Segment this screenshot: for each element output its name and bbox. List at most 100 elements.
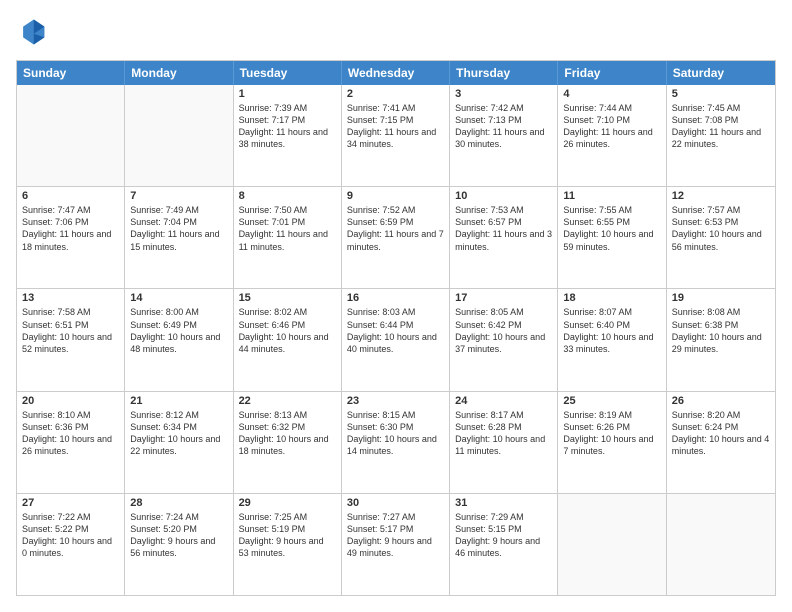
logo	[16, 16, 52, 48]
cell-date: 12	[672, 190, 770, 202]
cell-date: 27	[22, 497, 119, 509]
calendar-cell: 21 Sunrise: 8:12 AM Sunset: 6:34 PM Dayli…	[125, 392, 233, 493]
cell-info: Sunrise: 7:53 AM Sunset: 6:57 PM Dayligh…	[455, 204, 552, 253]
cell-info: Sunrise: 8:03 AM Sunset: 6:44 PM Dayligh…	[347, 306, 444, 355]
calendar-cell: 23Sunrise: 8:15 AM Sunset: 6:30 PM Dayli…	[342, 392, 450, 493]
day-header: Friday	[558, 61, 666, 85]
cell-date: 25	[563, 395, 660, 407]
calendar-cell: 11 Sunrise: 7:55 AM Sunset: 6:55 PM Dayli…	[558, 187, 666, 288]
cell-date: 5	[672, 88, 770, 100]
cell-info: Sunrise: 7:44 AM Sunset: 7:10 PM Dayligh…	[563, 102, 660, 151]
cell-date: 21	[130, 395, 227, 407]
calendar-cell: 19Sunrise: 8:08 AM Sunset: 6:38 PM Dayli…	[667, 289, 775, 390]
day-header: Wednesday	[342, 61, 450, 85]
cell-date: 11	[563, 190, 660, 202]
cell-date: 18	[563, 292, 660, 304]
calendar-cell: 20 Sunrise: 8:10 AM Sunset: 6:36 PM Dayli…	[17, 392, 125, 493]
calendar-cell: 7 Sunrise: 7:49 AM Sunset: 7:04 PM Daylig…	[125, 187, 233, 288]
cell-info: Sunrise: 8:19 AM Sunset: 6:26 PM Dayligh…	[563, 409, 660, 458]
cell-date: 20	[22, 395, 119, 407]
cell-info: Sunrise: 7:45 AM Sunset: 7:08 PM Dayligh…	[672, 102, 770, 151]
header	[16, 16, 776, 48]
calendar-cell: 18 Sunrise: 8:07 AM Sunset: 6:40 PM Dayli…	[558, 289, 666, 390]
cell-info: Sunrise: 8:07 AM Sunset: 6:40 PM Dayligh…	[563, 306, 660, 355]
week-row: 6Sunrise: 7:47 AM Sunset: 7:06 PM Daylig…	[17, 187, 775, 289]
cell-info: Sunrise: 7:47 AM Sunset: 7:06 PM Dayligh…	[22, 204, 119, 253]
cell-date: 28	[130, 497, 227, 509]
cell-date: 7	[130, 190, 227, 202]
calendar-cell: 4 Sunrise: 7:44 AM Sunset: 7:10 PM Daylig…	[558, 85, 666, 186]
weeks: 1 Sunrise: 7:39 AM Sunset: 7:17 PM Daylig…	[17, 85, 775, 595]
cell-date: 4	[563, 88, 660, 100]
calendar-cell: 3Sunrise: 7:42 AM Sunset: 7:13 PM Daylig…	[450, 85, 558, 186]
calendar-cell: 5 Sunrise: 7:45 AM Sunset: 7:08 PM Daylig…	[667, 85, 775, 186]
cell-info: Sunrise: 7:27 AM Sunset: 5:17 PM Dayligh…	[347, 511, 444, 560]
cell-date: 13	[22, 292, 119, 304]
cell-info: Sunrise: 8:12 AM Sunset: 6:34 PM Dayligh…	[130, 409, 227, 458]
day-header: Thursday	[450, 61, 558, 85]
logo-icon	[16, 16, 48, 48]
cell-date: 29	[239, 497, 336, 509]
cell-info: Sunrise: 8:00 AM Sunset: 6:49 PM Dayligh…	[130, 306, 227, 355]
calendar-cell: 26Sunrise: 8:20 AM Sunset: 6:24 PM Dayli…	[667, 392, 775, 493]
cell-info: Sunrise: 7:39 AM Sunset: 7:17 PM Dayligh…	[239, 102, 336, 151]
cell-info: Sunrise: 8:08 AM Sunset: 6:38 PM Dayligh…	[672, 306, 770, 355]
cell-date: 23	[347, 395, 444, 407]
cell-date: 16	[347, 292, 444, 304]
week-row: 13 Sunrise: 7:58 AM Sunset: 6:51 PM Dayli…	[17, 289, 775, 391]
day-header: Tuesday	[234, 61, 342, 85]
calendar-cell: 8Sunrise: 7:50 AM Sunset: 7:01 PM Daylig…	[234, 187, 342, 288]
cell-info: Sunrise: 8:10 AM Sunset: 6:36 PM Dayligh…	[22, 409, 119, 458]
calendar-cell: 1 Sunrise: 7:39 AM Sunset: 7:17 PM Daylig…	[234, 85, 342, 186]
calendar-cell: 24Sunrise: 8:17 AM Sunset: 6:28 PM Dayli…	[450, 392, 558, 493]
calendar-cell: 30 Sunrise: 7:27 AM Sunset: 5:17 PM Dayli…	[342, 494, 450, 595]
cell-info: Sunrise: 8:13 AM Sunset: 6:32 PM Dayligh…	[239, 409, 336, 458]
cell-info: Sunrise: 7:22 AM Sunset: 5:22 PM Dayligh…	[22, 511, 119, 560]
cell-date: 30	[347, 497, 444, 509]
cell-info: Sunrise: 7:57 AM Sunset: 6:53 PM Dayligh…	[672, 204, 770, 253]
calendar-cell: 27 Sunrise: 7:22 AM Sunset: 5:22 PM Dayli…	[17, 494, 125, 595]
cell-date: 1	[239, 88, 336, 100]
cell-info: Sunrise: 7:50 AM Sunset: 7:01 PM Dayligh…	[239, 204, 336, 253]
calendar-cell	[558, 494, 666, 595]
cell-info: Sunrise: 8:05 AM Sunset: 6:42 PM Dayligh…	[455, 306, 552, 355]
calendar-cell: 17 Sunrise: 8:05 AM Sunset: 6:42 PM Dayli…	[450, 289, 558, 390]
calendar-cell: 13 Sunrise: 7:58 AM Sunset: 6:51 PM Dayli…	[17, 289, 125, 390]
week-row: 1 Sunrise: 7:39 AM Sunset: 7:17 PM Daylig…	[17, 85, 775, 187]
calendar-cell: 2 Sunrise: 7:41 AM Sunset: 7:15 PM Daylig…	[342, 85, 450, 186]
cell-info: Sunrise: 8:20 AM Sunset: 6:24 PM Dayligh…	[672, 409, 770, 458]
calendar-cell: 16 Sunrise: 8:03 AM Sunset: 6:44 PM Dayli…	[342, 289, 450, 390]
calendar-cell: 6Sunrise: 7:47 AM Sunset: 7:06 PM Daylig…	[17, 187, 125, 288]
day-headers: SundayMondayTuesdayWednesdayThursdayFrid…	[17, 61, 775, 85]
calendar-cell: 9 Sunrise: 7:52 AM Sunset: 6:59 PM Daylig…	[342, 187, 450, 288]
cell-date: 22	[239, 395, 336, 407]
cell-info: Sunrise: 7:55 AM Sunset: 6:55 PM Dayligh…	[563, 204, 660, 253]
cell-date: 14	[130, 292, 227, 304]
cell-info: Sunrise: 7:58 AM Sunset: 6:51 PM Dayligh…	[22, 306, 119, 355]
cell-date: 31	[455, 497, 552, 509]
cell-info: Sunrise: 8:02 AM Sunset: 6:46 PM Dayligh…	[239, 306, 336, 355]
calendar-cell: 10Sunrise: 7:53 AM Sunset: 6:57 PM Dayli…	[450, 187, 558, 288]
week-row: 20 Sunrise: 8:10 AM Sunset: 6:36 PM Dayli…	[17, 392, 775, 494]
calendar-cell	[125, 85, 233, 186]
cell-date: 17	[455, 292, 552, 304]
day-header: Saturday	[667, 61, 775, 85]
day-header: Monday	[125, 61, 233, 85]
cell-date: 15	[239, 292, 336, 304]
cell-info: Sunrise: 7:49 AM Sunset: 7:04 PM Dayligh…	[130, 204, 227, 253]
cell-date: 3	[455, 88, 552, 100]
calendar-cell: 15 Sunrise: 8:02 AM Sunset: 6:46 PM Dayli…	[234, 289, 342, 390]
calendar: SundayMondayTuesdayWednesdayThursdayFrid…	[16, 60, 776, 596]
cell-date: 9	[347, 190, 444, 202]
calendar-cell: 29 Sunrise: 7:25 AM Sunset: 5:19 PM Dayli…	[234, 494, 342, 595]
week-row: 27 Sunrise: 7:22 AM Sunset: 5:22 PM Dayli…	[17, 494, 775, 595]
cell-date: 24	[455, 395, 552, 407]
calendar-cell: 22 Sunrise: 8:13 AM Sunset: 6:32 PM Dayli…	[234, 392, 342, 493]
calendar-cell: 31 Sunrise: 7:29 AM Sunset: 5:15 PM Dayli…	[450, 494, 558, 595]
cell-info: Sunrise: 7:29 AM Sunset: 5:15 PM Dayligh…	[455, 511, 552, 560]
calendar-cell: 14 Sunrise: 8:00 AM Sunset: 6:49 PM Dayli…	[125, 289, 233, 390]
cell-date: 2	[347, 88, 444, 100]
cell-info: Sunrise: 7:41 AM Sunset: 7:15 PM Dayligh…	[347, 102, 444, 151]
cell-info: Sunrise: 7:52 AM Sunset: 6:59 PM Dayligh…	[347, 204, 444, 253]
cell-info: Sunrise: 7:25 AM Sunset: 5:19 PM Dayligh…	[239, 511, 336, 560]
